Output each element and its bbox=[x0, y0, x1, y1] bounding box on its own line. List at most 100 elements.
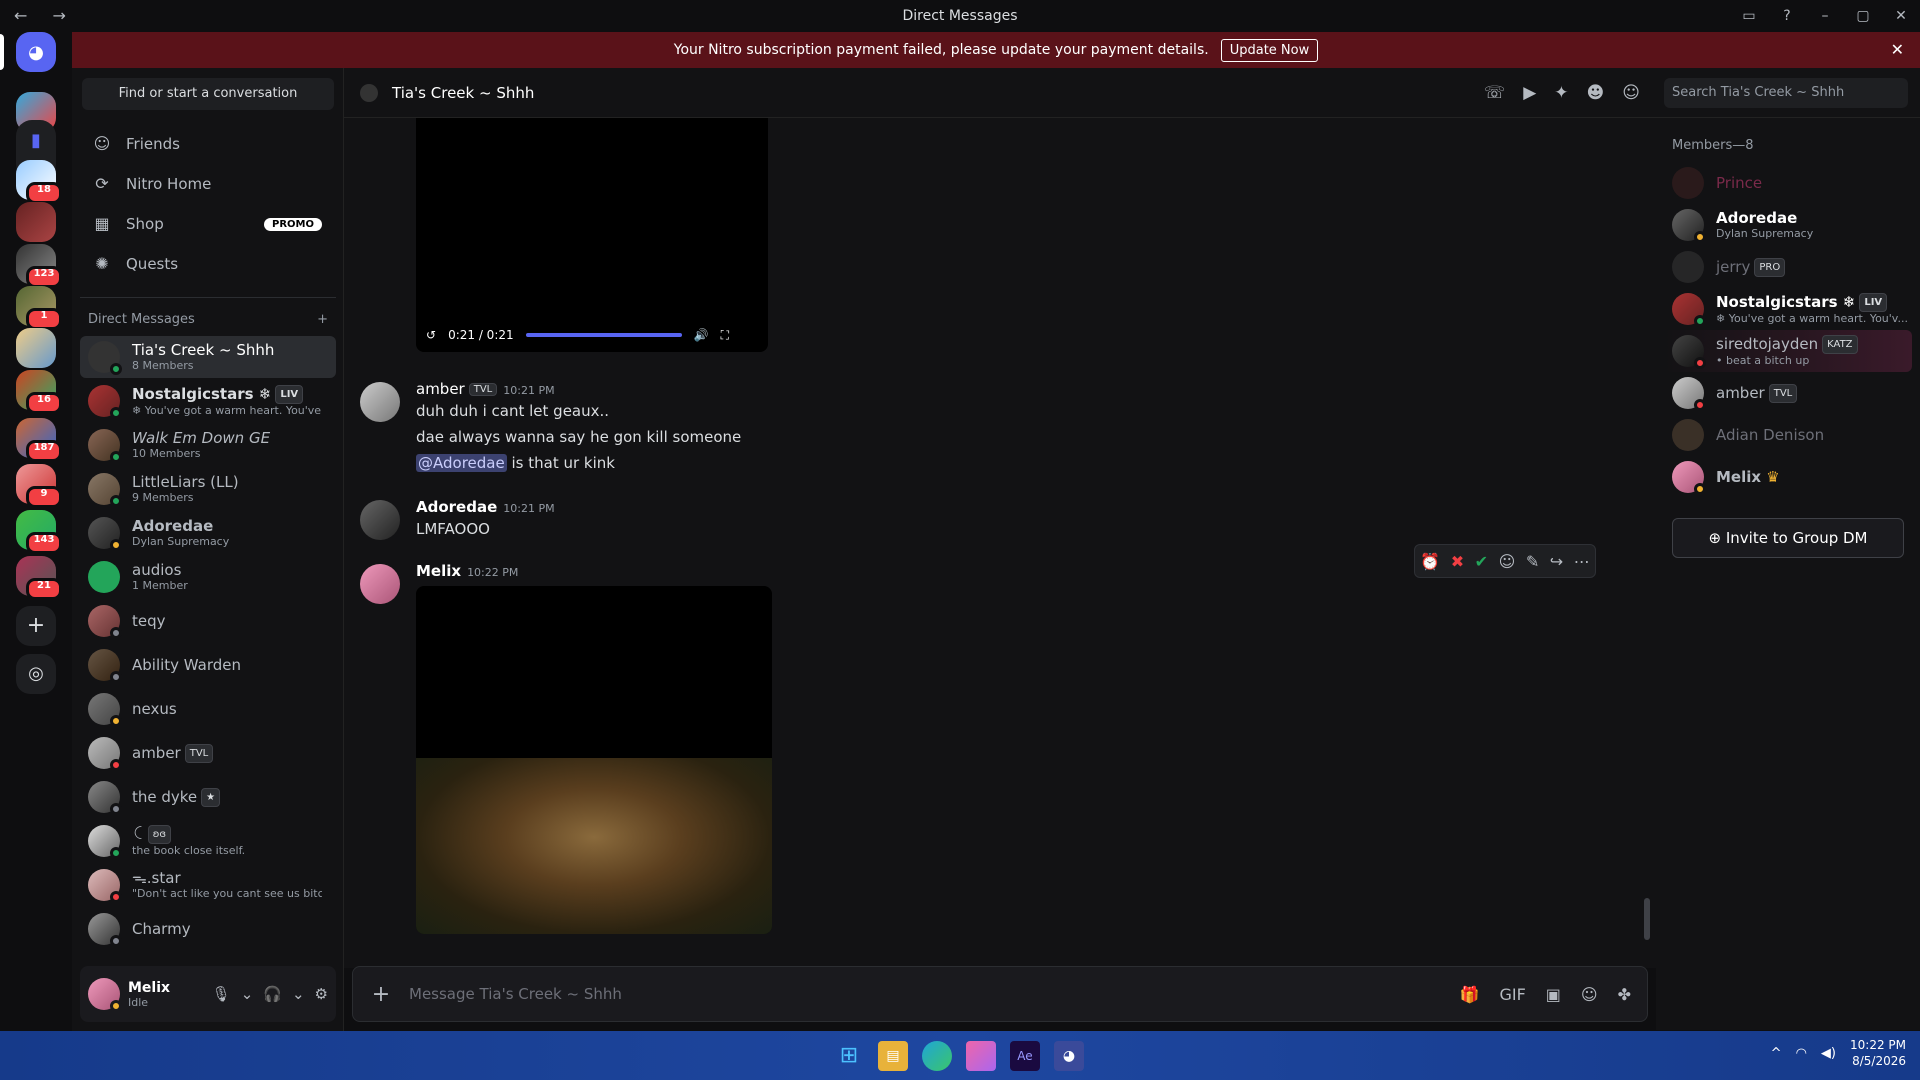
dm-item[interactable]: audios 1 Member bbox=[80, 556, 336, 598]
dm-item[interactable]: Ability Warden bbox=[80, 644, 336, 686]
start-icon[interactable]: ⊞ bbox=[834, 1041, 864, 1071]
find-conversation-button[interactable]: Find or start a conversation bbox=[82, 78, 334, 110]
create-dm-icon[interactable]: + bbox=[317, 312, 328, 327]
pinned-messages-icon[interactable]: ✦ bbox=[1554, 83, 1568, 103]
microphone-icon[interactable]: 🎙 bbox=[212, 985, 231, 1003]
message-author[interactable]: amber bbox=[416, 380, 465, 398]
help-icon[interactable]: ? bbox=[1768, 0, 1806, 32]
add-server-button[interactable]: + bbox=[16, 606, 56, 646]
settings-icon[interactable]: ⚙ bbox=[315, 985, 328, 1003]
avatar[interactable] bbox=[360, 382, 400, 422]
dm-item[interactable]: ᯓ.star "Don't act like you cant see us bi… bbox=[80, 864, 336, 906]
minimize-button[interactable]: – bbox=[1806, 0, 1844, 32]
maximize-button[interactable]: ▢ bbox=[1844, 0, 1882, 32]
member-item[interactable]: Melix ♛ bbox=[1664, 456, 1912, 498]
volume-icon[interactable]: 🔊 bbox=[694, 328, 709, 342]
alarm-clock-icon[interactable]: ⏰ bbox=[1420, 552, 1440, 571]
forward-icon[interactable]: ↪ bbox=[1550, 552, 1563, 571]
video-call-icon[interactable]: ▶ bbox=[1523, 83, 1536, 103]
server-icon[interactable]: 18 bbox=[16, 160, 62, 204]
app-icon[interactable] bbox=[966, 1041, 996, 1071]
add-reaction-icon[interactable]: ☺ bbox=[1499, 552, 1516, 571]
invite-to-group-dm-button[interactable]: ⊕ Invite to Group DM bbox=[1672, 518, 1904, 558]
message-composer[interactable]: + Message Tia's Creek ~ Shhh 🎁 GIF ▣ ☺ ✤ bbox=[352, 966, 1648, 1022]
member-item[interactable]: Prince bbox=[1664, 162, 1912, 204]
clock[interactable]: 10:22 PM 8/5/2026 bbox=[1850, 1037, 1906, 1069]
nav-nitro-home[interactable]: ⟳ Nitro Home bbox=[80, 164, 336, 204]
file-explorer-icon[interactable]: ▤ bbox=[878, 1041, 908, 1071]
server-icon[interactable]: 1 bbox=[16, 286, 62, 330]
edge-icon[interactable] bbox=[922, 1041, 952, 1071]
image-attachment[interactable] bbox=[416, 586, 772, 934]
server-icon[interactable]: 123 bbox=[16, 244, 62, 288]
update-now-button[interactable]: Update Now bbox=[1220, 38, 1319, 62]
dm-item[interactable]: ꉔ ʚɞ the book close itself. bbox=[80, 820, 336, 862]
member-list-icon[interactable]: ☺ bbox=[1622, 83, 1640, 103]
add-friends-icon[interactable]: ☻ bbox=[1587, 83, 1605, 103]
close-button[interactable]: ✕ bbox=[1882, 0, 1920, 32]
video-progress-bar[interactable] bbox=[525, 333, 682, 337]
dm-item[interactable]: teqy bbox=[80, 600, 336, 642]
composer-placeholder[interactable]: Message Tia's Creek ~ Shhh bbox=[409, 985, 622, 1003]
dm-item[interactable]: Tia's Creek ~ Shhh 8 Members bbox=[80, 336, 336, 378]
server-icon[interactable] bbox=[16, 202, 56, 242]
dm-item[interactable]: the dyke ★ bbox=[80, 776, 336, 818]
member-item[interactable]: jerry PRO bbox=[1664, 246, 1912, 288]
search-input[interactable]: Search Tia's Creek ~ Shhh bbox=[1664, 78, 1908, 108]
user-mention[interactable]: @Adoredae bbox=[416, 454, 507, 472]
server-icon[interactable] bbox=[16, 328, 56, 368]
message-author[interactable]: Adoredae bbox=[416, 498, 497, 516]
sticker-icon[interactable]: ▣ bbox=[1546, 985, 1561, 1004]
nav-shop[interactable]: ▦ Shop PROMO bbox=[80, 204, 336, 244]
headphones-icon[interactable]: 🎧 bbox=[263, 985, 282, 1003]
server-icon[interactable]: 21 bbox=[16, 556, 62, 600]
discover-button[interactable]: ◎ bbox=[16, 654, 56, 694]
nav-friends[interactable]: ☺ Friends bbox=[80, 124, 336, 164]
inbox-icon[interactable]: ▭ bbox=[1730, 0, 1768, 32]
member-item[interactable]: Adian Denison bbox=[1664, 414, 1912, 456]
replay-icon[interactable]: ↺ bbox=[426, 328, 436, 342]
gif-icon[interactable]: GIF bbox=[1499, 985, 1525, 1004]
video-player[interactable]: ↺ 0:21 / 0:21 🔊 ⛶ bbox=[416, 118, 768, 352]
member-item[interactable]: Nostalgicstars ❄ LIV ❄ You've got a warm h… bbox=[1664, 288, 1912, 330]
discord-taskbar-icon[interactable]: ◕ bbox=[1054, 1041, 1084, 1071]
server-icon[interactable]: 187 bbox=[16, 418, 62, 462]
member-item[interactable]: amber TVL bbox=[1664, 372, 1912, 414]
dm-item[interactable]: Charmy bbox=[80, 908, 336, 950]
chevron-down-icon[interactable]: ⌄ bbox=[292, 985, 305, 1003]
dm-item[interactable]: Adoredae Dylan Supremacy bbox=[80, 512, 336, 554]
chevron-up-icon[interactable]: ^ bbox=[1771, 1046, 1782, 1061]
close-icon[interactable]: ✕ bbox=[1891, 40, 1904, 59]
home-button[interactable]: ◕ bbox=[0, 32, 56, 72]
edit-icon[interactable]: ✎ bbox=[1526, 552, 1539, 571]
message-author[interactable]: Melix bbox=[416, 562, 461, 580]
dm-item[interactable]: LittleLiars (LL) 9 Members bbox=[80, 468, 336, 510]
avatar[interactable] bbox=[360, 500, 400, 540]
server-icon[interactable]: 9 bbox=[16, 464, 62, 508]
avatar[interactable] bbox=[360, 564, 400, 604]
after-effects-icon[interactable]: Ae bbox=[1010, 1041, 1040, 1071]
chevron-down-icon[interactable]: ⌄ bbox=[241, 985, 254, 1003]
speaker-icon[interactable]: ◀) bbox=[1821, 1046, 1836, 1061]
avatar[interactable] bbox=[88, 978, 122, 1012]
dm-item[interactable]: Nostalgicstars ❄ LIV ❄ You've got a warm h… bbox=[80, 380, 336, 422]
attach-plus-icon[interactable]: + bbox=[353, 982, 409, 1007]
dm-item[interactable]: amber TVL bbox=[80, 732, 336, 774]
member-item[interactable]: siredtojayden KATZ • beat a bitch up bbox=[1664, 330, 1912, 372]
server-icon[interactable]: 16 bbox=[16, 370, 62, 414]
gift-icon[interactable]: 🎁 bbox=[1460, 985, 1480, 1004]
cross-mark-icon[interactable]: ✖ bbox=[1451, 552, 1464, 571]
dm-item[interactable]: Walk Em Down GE 10 Members bbox=[80, 424, 336, 466]
wifi-icon[interactable]: ◠ bbox=[1796, 1046, 1807, 1061]
member-item[interactable]: Adoredae Dylan Supremacy bbox=[1664, 204, 1912, 246]
scrollbar-thumb[interactable] bbox=[1644, 898, 1650, 940]
nav-quests[interactable]: ✺ Quests bbox=[80, 244, 336, 284]
fullscreen-icon[interactable]: ⛶ bbox=[721, 328, 729, 343]
dm-item[interactable]: nexus bbox=[80, 688, 336, 730]
apps-icon[interactable]: ✤ bbox=[1618, 985, 1631, 1004]
check-mark-icon[interactable]: ✔ bbox=[1475, 552, 1488, 571]
emoji-icon[interactable]: ☺ bbox=[1581, 985, 1598, 1004]
call-icon[interactable]: ☏ bbox=[1484, 83, 1505, 103]
server-icon[interactable]: 143 bbox=[16, 510, 62, 554]
more-options-icon[interactable]: ⋯ bbox=[1574, 552, 1590, 571]
